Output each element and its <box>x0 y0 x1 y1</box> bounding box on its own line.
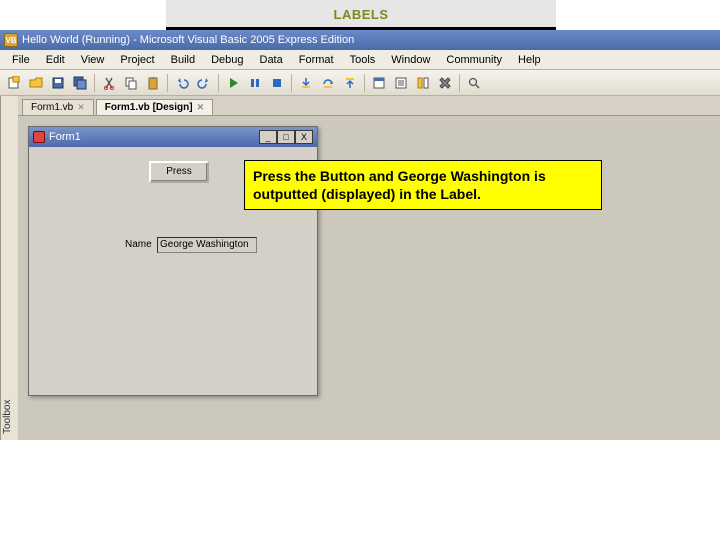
start-debug-icon[interactable] <box>223 73 243 93</box>
annotation-callout: Press the Button and George Washington i… <box>244 160 602 210</box>
toolbar-separator <box>94 74 95 92</box>
properties-icon[interactable] <box>391 73 411 93</box>
menu-view[interactable]: View <box>73 52 113 68</box>
vs-menubar: File Edit View Project Build Debug Data … <box>0 50 720 70</box>
tab-label: Form1.vb [Design] <box>105 102 193 113</box>
name-output-label: George Washington <box>157 237 257 253</box>
toolbar-separator <box>364 74 365 92</box>
toolbox-icon[interactable] <box>435 73 455 93</box>
toolbar-separator <box>167 74 168 92</box>
maximize-icon[interactable]: □ <box>277 130 295 144</box>
tab-form1-design[interactable]: Form1.vb [Design] ✕ <box>96 99 213 115</box>
stop-icon[interactable] <box>267 73 287 93</box>
editor-area: Form1.vb ✕ Form1.vb [Design] ✕ Form1 _ <box>18 96 720 440</box>
form1-title: Form1 <box>49 131 81 143</box>
vs-title-text: Hello World (Running) - Microsoft Visual… <box>22 34 354 46</box>
cut-icon[interactable] <box>99 73 119 93</box>
paste-icon[interactable] <box>143 73 163 93</box>
close-icon[interactable]: ✕ <box>77 102 85 113</box>
redo-icon[interactable] <box>194 73 214 93</box>
menu-tools[interactable]: Tools <box>342 52 384 68</box>
pause-icon[interactable] <box>245 73 265 93</box>
name-static-label: Name <box>125 239 152 250</box>
tab-form1-code[interactable]: Form1.vb ✕ <box>22 99 94 115</box>
tab-label: Form1.vb <box>31 102 73 113</box>
save-icon[interactable] <box>48 73 68 93</box>
step-into-icon[interactable] <box>296 73 316 93</box>
vb-app-icon: VB <box>4 33 18 47</box>
solution-explorer-icon[interactable] <box>369 73 389 93</box>
save-all-icon[interactable] <box>70 73 90 93</box>
menu-debug[interactable]: Debug <box>203 52 251 68</box>
open-icon[interactable] <box>26 73 46 93</box>
vs-toolbar <box>0 70 720 96</box>
vs-body: Toolbox Form1.vb ✕ Form1.vb [Design] ✕ F… <box>0 96 720 440</box>
menu-format[interactable]: Format <box>291 52 342 68</box>
menu-data[interactable]: Data <box>252 52 291 68</box>
copy-icon[interactable] <box>121 73 141 93</box>
menu-file[interactable]: File <box>4 52 38 68</box>
new-project-icon[interactable] <box>4 73 24 93</box>
vs-window: VB Hello World (Running) - Microsoft Vis… <box>0 30 720 440</box>
undo-icon[interactable] <box>172 73 192 93</box>
vs-titlebar: VB Hello World (Running) - Microsoft Vis… <box>0 30 720 50</box>
close-icon[interactable]: ✕ <box>197 102 205 113</box>
step-over-icon[interactable] <box>318 73 338 93</box>
toolbox-tab[interactable]: Toolbox <box>0 96 18 440</box>
menu-help[interactable]: Help <box>510 52 549 68</box>
object-browser-icon[interactable] <box>413 73 433 93</box>
form1-titlebar: Form1 _ □ X <box>29 127 317 147</box>
slide-title: LABELS <box>166 0 556 30</box>
menu-build[interactable]: Build <box>163 52 203 68</box>
find-icon[interactable] <box>464 73 484 93</box>
press-button[interactable]: Press <box>149 161 209 183</box>
step-out-icon[interactable] <box>340 73 360 93</box>
minimize-icon[interactable]: _ <box>259 130 277 144</box>
close-icon[interactable]: X <box>295 130 313 144</box>
menu-project[interactable]: Project <box>112 52 162 68</box>
document-tabs: Form1.vb ✕ Form1.vb [Design] ✕ <box>18 96 720 116</box>
menu-community[interactable]: Community <box>438 52 510 68</box>
toolbar-separator <box>291 74 292 92</box>
menu-window[interactable]: Window <box>383 52 438 68</box>
toolbar-separator <box>218 74 219 92</box>
toolbar-separator <box>459 74 460 92</box>
menu-edit[interactable]: Edit <box>38 52 73 68</box>
form-app-icon <box>33 131 45 143</box>
